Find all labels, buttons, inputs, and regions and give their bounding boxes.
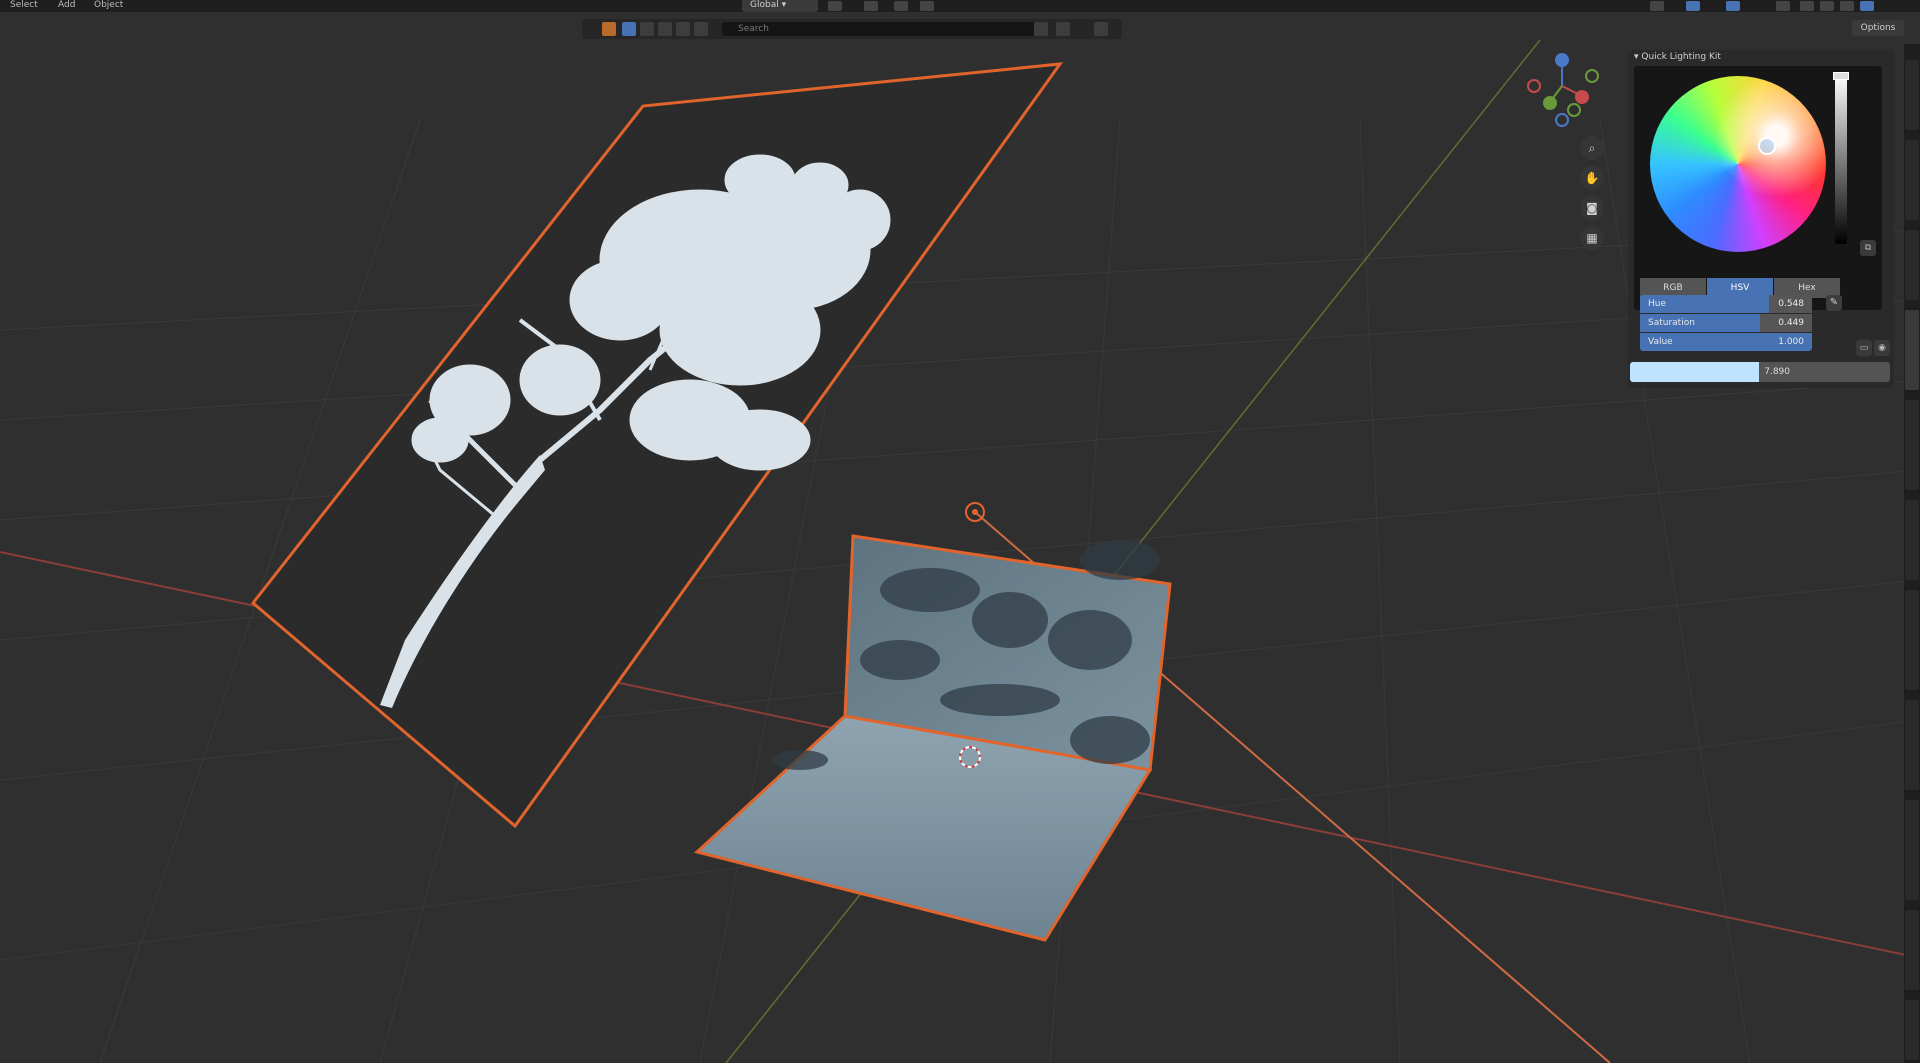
sidebar-tabs xyxy=(1904,44,1920,1063)
shading-rendered-icon[interactable] xyxy=(1840,1,1854,11)
value-label: Value xyxy=(1648,337,1673,347)
sidebar-tab-11[interactable] xyxy=(1905,1000,1919,1060)
saturation-value: 0.449 xyxy=(1778,318,1804,328)
menu-add[interactable]: Add xyxy=(52,0,81,12)
strength-fill xyxy=(1630,362,1759,382)
sidebar-tab-1[interactable] xyxy=(1905,60,1919,130)
strength-value: 7.890 xyxy=(1764,367,1790,377)
options-label: Options xyxy=(1860,23,1896,33)
camera-filter-icon[interactable] xyxy=(676,22,690,36)
shading-material-icon[interactable] xyxy=(1820,1,1834,11)
shading-solid-icon[interactable] xyxy=(1800,1,1814,11)
object-filter-icon[interactable] xyxy=(602,22,616,36)
sidebar-tab-2[interactable] xyxy=(1905,140,1919,220)
render-camera-icon[interactable]: ◉ xyxy=(1874,340,1890,356)
grid-icon[interactable]: ▦ xyxy=(1580,226,1604,250)
copy-icon[interactable]: ⧉ xyxy=(1860,240,1876,256)
gizmo-toggle-icon[interactable] xyxy=(1686,1,1700,11)
display-mode-icon[interactable] xyxy=(1056,22,1070,36)
orientation-dropdown[interactable]: Global ▾ xyxy=(742,0,818,12)
snap-target-icon[interactable] xyxy=(894,1,908,11)
light-strength-slider[interactable]: 7.890 xyxy=(1630,362,1890,382)
outliner-filter-bar: Search xyxy=(582,19,1122,39)
options-dropdown[interactable]: Options xyxy=(1852,20,1904,36)
panel-title: ▾ Quick Lighting Kit xyxy=(1634,52,1721,62)
sidebar-tab-7[interactable] xyxy=(1905,590,1919,690)
snap-icon[interactable] xyxy=(864,1,878,11)
value-slider[interactable] xyxy=(1833,72,1849,244)
shading-active-icon[interactable] xyxy=(1860,1,1874,11)
eyedropper-icon[interactable]: ✎ xyxy=(1826,295,1842,311)
value-field[interactable]: Value 1.000 xyxy=(1640,333,1812,351)
camera-icon[interactable]: ◙ xyxy=(1580,196,1604,220)
select-filter-icon[interactable] xyxy=(622,22,636,36)
panel-title-text: Quick Lighting Kit xyxy=(1641,52,1721,62)
saturation-field[interactable]: Saturation 0.449 xyxy=(1640,314,1812,332)
orientation-label: Global xyxy=(750,0,779,10)
menu-object[interactable]: Object xyxy=(88,0,129,12)
overlay-toggle-icon[interactable] xyxy=(1726,1,1740,11)
hue-label: Hue xyxy=(1648,299,1667,309)
color-wheel-cursor[interactable] xyxy=(1758,137,1776,155)
sidebar-tab-8[interactable] xyxy=(1905,700,1919,790)
search-input[interactable]: Search xyxy=(722,22,1038,36)
empty-filter-icon[interactable] xyxy=(694,22,708,36)
pan-hand-icon[interactable]: ✋ xyxy=(1580,166,1604,190)
sun-light-icon xyxy=(965,502,985,522)
filter-funnel-icon[interactable] xyxy=(1094,22,1108,36)
sidebar-tab-active[interactable] xyxy=(1905,310,1919,390)
top-menu-bar: Select Add Object Global ▾ xyxy=(0,0,1920,12)
color-picker: RGB HSV Hex xyxy=(1634,66,1882,310)
zoom-icon[interactable]: ⌕ xyxy=(1580,136,1604,160)
quick-lighting-kit-panel: ▾ Quick Lighting Kit RGB HSV Hex Hue 0.5… xyxy=(1628,50,1894,388)
value-slider-knob[interactable] xyxy=(1833,72,1849,80)
mesh-filter-icon[interactable] xyxy=(640,22,654,36)
hue-value: 0.548 xyxy=(1778,299,1804,309)
xray-icon[interactable] xyxy=(1776,1,1790,11)
light-filter-icon[interactable] xyxy=(658,22,672,36)
sidebar-tab-10[interactable] xyxy=(1905,910,1919,990)
sidebar-tab-5[interactable] xyxy=(1905,400,1919,490)
color-wheel[interactable] xyxy=(1650,76,1826,252)
proportional-edit-icon[interactable] xyxy=(920,1,934,11)
visibility-icon[interactable] xyxy=(1650,1,1664,11)
sort-icon[interactable] xyxy=(1034,22,1048,36)
sidebar-tab-6[interactable] xyxy=(1905,500,1919,580)
saturation-label: Saturation xyxy=(1648,318,1695,328)
sidebar-tab-3[interactable] xyxy=(1905,230,1919,300)
navigation-gizmo-icon xyxy=(1527,53,1599,127)
sidebar-tab-9[interactable] xyxy=(1905,800,1919,900)
light-icon[interactable]: ▭ xyxy=(1856,340,1872,356)
menu-select[interactable]: Select xyxy=(4,0,44,12)
pivot-icon[interactable] xyxy=(828,1,842,11)
hue-field[interactable]: Hue 0.548 xyxy=(1640,295,1812,313)
value-value: 1.000 xyxy=(1778,337,1804,347)
3d-viewport[interactable]: Select Add Object Global ▾ Search Option… xyxy=(0,0,1920,1063)
